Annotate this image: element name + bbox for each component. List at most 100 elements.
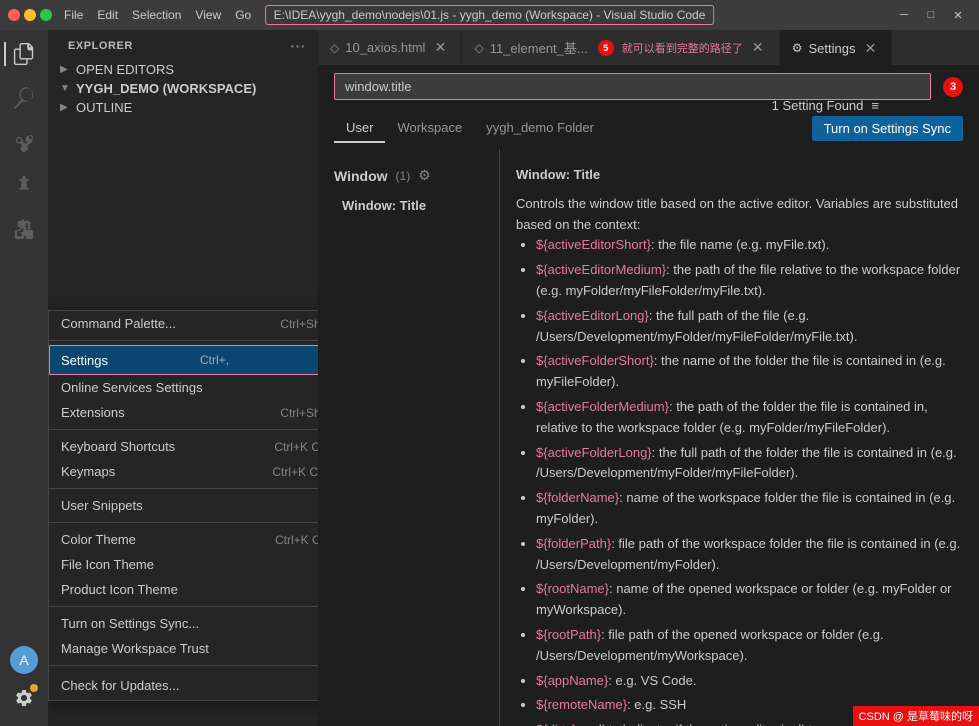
activity-search[interactable] [4, 78, 44, 118]
settings-right-panel: Window: Title Controls the window title … [499, 149, 979, 726]
workspace-item[interactable]: ▼ YYGH_DEMO (WORKSPACE) [48, 79, 318, 98]
ctx-extensions[interactable]: Extensions Ctrl+Shift+X [49, 400, 318, 425]
menu-view[interactable]: View [189, 6, 227, 24]
close-traffic-light[interactable] [8, 9, 20, 21]
account-icon[interactable]: A [10, 646, 38, 674]
activity-extensions[interactable] [4, 210, 44, 250]
ctx-file-icon-theme[interactable]: File Icon Theme [49, 552, 318, 577]
settings-item-window-title: Window: Title [318, 190, 499, 225]
title-bar: File Edit Selection View Go Run Terminal… [0, 0, 979, 30]
ctx-check-updates[interactable]: Check for Updates... 1 [49, 670, 318, 700]
ctx-product-icon-theme[interactable]: Product Icon Theme [49, 577, 318, 602]
ctx-check-updates-label: Check for Updates... [61, 678, 180, 693]
settings-tab-folder[interactable]: yygh_demo Folder [474, 114, 606, 143]
ctx-file-icon-theme-label: File Icon Theme [61, 557, 154, 572]
list-item-2: ${activeEditorLong}: the full path of th… [536, 306, 963, 348]
workspace-arrow: ▼ [60, 83, 72, 94]
ctx-color-theme-shortcut: Ctrl+K Ctrl+T [275, 533, 318, 547]
settings-group-window[interactable]: Window (1) ⚙ [318, 161, 499, 190]
settings-group-count: (1) [396, 169, 411, 183]
settings-search-input[interactable] [334, 73, 931, 100]
ctx-user-snippets[interactable]: User Snippets [49, 493, 318, 518]
menu-selection[interactable]: Selection [126, 6, 187, 24]
tab-element-icon: ◇ [474, 41, 483, 55]
window-title: E:\IDEA\yygh_demo\nodejs\01.js - yygh_de… [265, 5, 715, 25]
ctx-sep-2 [49, 429, 318, 430]
sidebar-more-options[interactable]: ··· [290, 38, 306, 54]
results-count: 1 Setting Found [772, 98, 864, 113]
right-panel-intro: Controls the window title based on the a… [516, 194, 963, 236]
activity-run[interactable] [4, 166, 44, 206]
right-panel-title: Window: Title [516, 165, 963, 186]
ctx-extensions-label: Extensions [61, 405, 125, 420]
settings-item-title: Window: Title [342, 198, 483, 213]
ctx-sep-4 [49, 522, 318, 523]
settings-tab-user[interactable]: User [334, 114, 385, 143]
list-item-9: ${rootPath}: file path of the opened wor… [536, 625, 963, 667]
tab-element-close[interactable]: ✕ [749, 39, 767, 57]
tab-settings-close[interactable]: ✕ [861, 39, 879, 57]
tab-settings[interactable]: ⚙ Settings ✕ [780, 30, 893, 65]
activity-source-control[interactable] [4, 122, 44, 162]
settings-tab-workspace[interactable]: Workspace [385, 114, 474, 143]
ctx-workspace-trust[interactable]: Manage Workspace Trust [49, 636, 318, 661]
restore-button[interactable]: □ [918, 2, 944, 28]
maximize-traffic-light[interactable] [40, 9, 52, 21]
ctx-keymaps[interactable]: Keymaps Ctrl+K Ctrl+M [49, 459, 318, 484]
list-item-5: ${activeFolderLong}: the full path of th… [536, 443, 963, 485]
right-panel-body: Controls the window title based on the a… [516, 194, 963, 726]
ctx-settings[interactable]: Settings Ctrl+, 2 [49, 345, 318, 375]
ctx-settings-sync[interactable]: Turn on Settings Sync... [49, 611, 318, 636]
ctx-workspace-trust-label: Manage Workspace Trust [61, 641, 209, 656]
watermark: CSDN @ 是草莓味的呀 [853, 706, 979, 726]
list-item-1: ${activeEditorMedium}: the path of the f… [536, 260, 963, 302]
filter-icon[interactable]: ≡ [871, 98, 879, 113]
close-button[interactable]: ✕ [945, 2, 971, 28]
ctx-keyboard-shortcuts[interactable]: Keyboard Shortcuts Ctrl+K Ctrl+S [49, 434, 318, 459]
activity-explorer[interactable] [4, 34, 44, 74]
ctx-keymaps-shortcut: Ctrl+K Ctrl+M [272, 465, 318, 479]
settings-area: 3 User Workspace yygh_demo Folder Turn o… [318, 65, 979, 726]
settings-gear-icon[interactable] [4, 678, 44, 718]
tab-axios-label: 10_axios.html [345, 40, 425, 55]
ctx-user-snippets-label: User Snippets [61, 498, 143, 513]
open-editors-item[interactable]: ▶ OPEN EDITORS [48, 60, 318, 79]
window-controls: ─ □ ✕ [891, 2, 971, 28]
outline-arrow: ▶ [60, 102, 72, 113]
ctx-command-palette[interactable]: Command Palette... Ctrl+Shift+P [49, 311, 318, 336]
activity-bar: A [0, 30, 48, 726]
sync-button[interactable]: Turn on Settings Sync [812, 116, 963, 141]
settings-group-title: Window [334, 168, 388, 184]
list-item-6: ${folderName}: name of the workspace fol… [536, 488, 963, 530]
outline-item[interactable]: ▶ OUTLINE [48, 98, 318, 117]
menu-go[interactable]: Go [229, 6, 257, 24]
tab-element[interactable]: ◇ 11_element_基... 5 就可以看到完整的路径了 ✕ [462, 30, 779, 65]
list-item-10: ${appName}: e.g. VS Code. [536, 671, 963, 692]
settings-gear-small-icon[interactable]: ⚙ [418, 167, 431, 184]
ctx-settings-shortcut: Ctrl+, [200, 353, 229, 367]
ctx-keymaps-label: Keymaps [61, 464, 115, 479]
tab-axios-close[interactable]: ✕ [431, 39, 449, 57]
outline-label: OUTLINE [76, 100, 132, 115]
tab-axios-icon: ◇ [330, 41, 339, 55]
tab-settings-icon: ⚙ [792, 41, 803, 55]
ctx-settings-sync-label: Turn on Settings Sync... [61, 616, 199, 631]
ctx-online-services[interactable]: Online Services Settings [49, 375, 318, 400]
menu-file[interactable]: File [58, 6, 89, 24]
app-container: A EXPLORER ··· ▶ OPEN EDITORS ▼ YYGH_DEM… [0, 30, 979, 726]
open-editors-section: ▶ OPEN EDITORS ▼ YYGH_DEMO (WORKSPACE) ▶… [48, 58, 318, 119]
minimize-traffic-light[interactable] [24, 9, 36, 21]
tab-axios[interactable]: ◇ 10_axios.html ✕ [318, 30, 462, 65]
tab-element-note: 就可以看到完整的路径了 [622, 40, 743, 56]
settings-header-row: User Workspace yygh_demo Folder Turn on … [318, 108, 979, 149]
annotation-5: 5 [598, 40, 614, 56]
ctx-color-theme[interactable]: Color Theme Ctrl+K Ctrl+T [49, 527, 318, 552]
traffic-lights [8, 9, 52, 21]
tab-element-label: 11_element_基... [490, 38, 588, 57]
ctx-sep-6 [49, 665, 318, 666]
menu-edit[interactable]: Edit [91, 6, 124, 24]
minimize-button[interactable]: ─ [891, 2, 917, 28]
tabs-bar: ◇ 10_axios.html ✕ ◇ 11_element_基... 5 就可… [318, 30, 979, 65]
explorer-title: EXPLORER [68, 40, 133, 52]
settings-body: Window (1) ⚙ Window: Title Window: Title… [318, 149, 979, 726]
